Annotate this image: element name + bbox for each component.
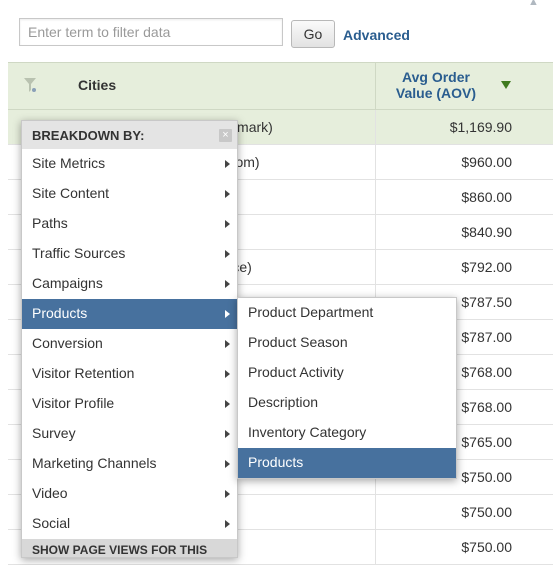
products-submenu: Product Department Product Season Product …	[237, 297, 457, 479]
aov-column-header[interactable]: Avg Order Value (AOV)	[382, 69, 490, 101]
chevron-right-icon	[225, 190, 230, 198]
row-divider	[375, 215, 376, 250]
aov-header-line2: Value (AOV)	[395, 85, 477, 101]
submenu-item-label: Product Department	[248, 304, 374, 320]
row-divider	[375, 145, 376, 180]
submenu-item-description[interactable]: Description	[238, 388, 456, 418]
scroll-up-icon[interactable]: ▲	[528, 0, 539, 8]
aov-cell: $960.00	[461, 154, 512, 170]
cities-column-header[interactable]: Cities	[78, 77, 116, 93]
advanced-link[interactable]: Advanced	[343, 27, 410, 43]
submenu-item-label: Inventory Category	[248, 424, 367, 440]
chevron-right-icon	[225, 250, 230, 258]
aov-cell: $750.00	[461, 504, 512, 520]
submenu-item-label: Product Season	[248, 334, 348, 350]
aov-header-line1: Avg Order	[402, 69, 470, 85]
breakdown-item-label: Conversion	[32, 335, 103, 351]
row-divider	[375, 495, 376, 530]
chevron-right-icon	[225, 430, 230, 438]
aov-cell: $768.00	[461, 399, 512, 415]
aov-cell: $792.00	[461, 259, 512, 275]
row-divider	[375, 110, 376, 145]
show-page-views-footer[interactable]: SHOW PAGE VIEWS FOR THIS	[22, 539, 237, 557]
submenu-item-product-department[interactable]: Product Department	[238, 298, 456, 328]
breakdown-item-products[interactable]: Products	[22, 299, 237, 329]
row-divider	[375, 530, 376, 565]
breakdown-item-label: Site Content	[32, 185, 110, 201]
breakdown-item-paths[interactable]: Paths	[22, 209, 237, 239]
aov-cell: $860.00	[461, 189, 512, 205]
breakdown-item-site-metrics[interactable]: Site Metrics	[22, 149, 237, 179]
aov-cell: $840.90	[461, 224, 512, 240]
chevron-right-icon	[225, 160, 230, 168]
aov-cell: $750.00	[461, 469, 512, 485]
chevron-right-icon	[225, 310, 230, 318]
sort-descending-icon[interactable]	[501, 81, 511, 89]
breakdown-item-label: Marketing Channels	[32, 455, 157, 471]
breakdown-item-campaigns[interactable]: Campaigns	[22, 269, 237, 299]
close-icon[interactable]: ×	[219, 129, 232, 142]
breakdown-item-label: Traffic Sources	[32, 245, 126, 261]
breakdown-item-traffic-sources[interactable]: Traffic Sources	[22, 239, 237, 269]
breakdown-item-label: Paths	[32, 215, 68, 231]
submenu-item-product-season[interactable]: Product Season	[238, 328, 456, 358]
row-divider	[375, 180, 376, 215]
filter-bar: Go Advanced ▲	[0, 0, 553, 62]
chevron-right-icon	[225, 220, 230, 228]
submenu-item-products[interactable]: Products	[238, 448, 456, 478]
chevron-right-icon	[225, 280, 230, 288]
breakdown-item-visitor-profile[interactable]: Visitor Profile	[22, 389, 237, 419]
chevron-right-icon	[225, 370, 230, 378]
aov-cell: $750.00	[461, 539, 512, 555]
chevron-right-icon	[225, 520, 230, 528]
row-divider	[375, 250, 376, 285]
go-button[interactable]: Go	[291, 20, 335, 48]
breakdown-menu-header: BREAKDOWN BY: ×	[22, 121, 237, 149]
funnel-icon[interactable]	[24, 77, 36, 93]
chevron-right-icon	[225, 460, 230, 468]
breakdown-item-label: Site Metrics	[32, 155, 106, 171]
chevron-right-icon	[225, 400, 230, 408]
submenu-item-label: Description	[248, 394, 319, 410]
chevron-right-icon	[225, 340, 230, 348]
breakdown-item-label: Visitor Profile	[32, 395, 115, 411]
breakdown-item-label: Visitor Retention	[32, 365, 135, 381]
breakdown-item-marketing-channels[interactable]: Marketing Channels	[22, 449, 237, 479]
aov-cell: $787.00	[461, 329, 512, 345]
aov-cell: $787.50	[461, 294, 512, 310]
breakdown-item-visitor-retention[interactable]: Visitor Retention	[22, 359, 237, 389]
submenu-item-label: Product Activity	[248, 364, 344, 380]
submenu-item-inventory-category[interactable]: Inventory Category	[238, 418, 456, 448]
aov-cell: $765.00	[461, 434, 512, 450]
aov-cell: $1,169.90	[449, 119, 512, 135]
breakdown-item-label: Social	[32, 515, 71, 531]
breakdown-item-conversion[interactable]: Conversion	[22, 329, 237, 359]
breakdown-item-video[interactable]: Video	[22, 479, 237, 509]
breakdown-item-social[interactable]: Social	[22, 509, 237, 539]
breakdown-item-label: Campaigns	[32, 275, 103, 291]
breakdown-menu-title: BREAKDOWN BY:	[32, 128, 145, 143]
filter-input[interactable]	[19, 18, 283, 46]
breakdown-item-label: Video	[32, 485, 68, 501]
breakdown-item-label: Products	[32, 305, 88, 321]
breakdown-item-site-content[interactable]: Site Content	[22, 179, 237, 209]
submenu-item-label: Products	[248, 454, 304, 470]
show-page-views-label: SHOW PAGE VIEWS FOR THIS	[32, 543, 208, 557]
table-header: Cities Avg Order Value (AOV)	[8, 62, 553, 110]
column-divider	[375, 63, 376, 109]
chevron-right-icon	[225, 490, 230, 498]
aov-cell: $768.00	[461, 364, 512, 380]
breakdown-item-survey[interactable]: Survey	[22, 419, 237, 449]
breakdown-menu: BREAKDOWN BY: × Site Metrics Site Content…	[21, 120, 238, 558]
breakdown-item-label: Survey	[32, 425, 76, 441]
submenu-item-product-activity[interactable]: Product Activity	[238, 358, 456, 388]
